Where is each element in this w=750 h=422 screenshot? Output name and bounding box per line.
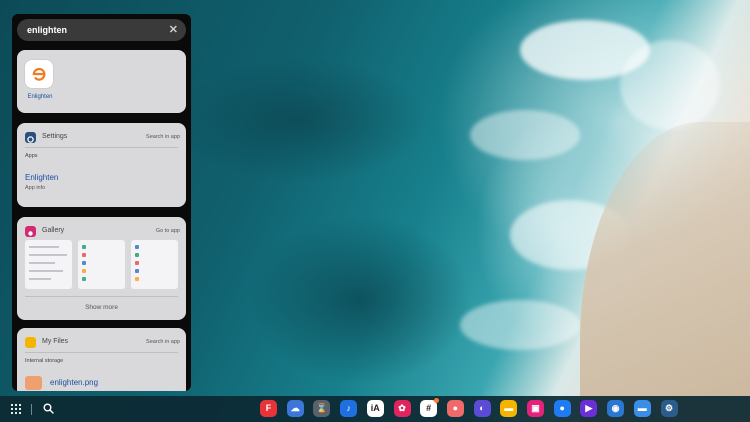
gallery-thumbnail[interactable] [131,240,178,289]
taskbar: F ☁ ⌛ ♪ iA ✿ # ● ◐ ▬ ▣ ● ▶ ◉ ▬ ⚙ [0,396,750,422]
search-icon[interactable] [41,402,55,416]
samsung-internet-icon[interactable]: ◐ [473,400,491,417]
divider [25,296,178,297]
slack-icon[interactable]: # [420,398,440,417]
my-files-card-header: My Files Search in app [25,337,180,349]
search-panel: enlighten ✕ Enlighten Settings Search in… [12,14,191,391]
beach-sand [580,122,750,422]
app-name-label[interactable]: Enlighten [23,94,57,100]
settings-card-header: Settings Search in app [25,132,180,144]
settings-result-card: Settings Search in app Apps Enlighten Ap… [17,123,186,207]
settings-icon [25,132,36,143]
show-more-button[interactable]: Show more [17,304,186,311]
my-files-search-in-app-button[interactable]: Search in app [146,339,180,345]
section-label: Internal storage [25,358,64,364]
play-icon[interactable]: ▶ [580,400,598,417]
cloud-icon[interactable]: ☁ [286,400,304,417]
settings-search-in-app-button[interactable]: Search in app [146,134,180,140]
tiktok-icon[interactable]: ♪ [340,400,358,417]
gallery-go-to-app-button[interactable]: Go to app [156,228,180,234]
gallery-card-title: Gallery [42,227,65,234]
search-query-text: enlighten [27,25,67,35]
gallery-thumbnail[interactable] [25,240,72,289]
gallery-thumbnail[interactable] [78,240,125,289]
settings-result-title[interactable]: Enlighten [25,173,58,182]
my-files-icon[interactable]: ▬ [633,400,651,417]
my-files-result-card: My Files Search in app Internal storage … [17,328,186,391]
settings-result-subtitle: App info [25,185,46,191]
settings-icon[interactable]: ⚙ [660,400,678,417]
section-label: Apps [25,153,38,159]
hourglass-icon[interactable]: ⌛ [313,400,331,417]
notification-badge [434,398,440,403]
enlighten-app-icon[interactable] [25,60,53,88]
divider [25,147,178,148]
flipboard-icon[interactable]: F [260,400,277,417]
gallery-icon[interactable]: ▣ [527,400,544,417]
asana-icon[interactable]: ● [446,400,464,417]
wave-foam [460,300,580,350]
messages-icon[interactable]: ● [553,400,571,417]
flower-icon[interactable]: ✿ [393,400,411,417]
gallery-card-header: Gallery Go to app [25,226,180,238]
clear-search-icon[interactable]: ✕ [169,23,178,36]
gallery-icon [25,226,36,237]
gallery-result-card: Gallery Go to app Show more [17,217,186,320]
divider [25,352,178,353]
podcast-icon[interactable]: ◉ [607,400,625,417]
wave-foam [470,110,580,160]
top-result-card: Enlighten [17,50,186,113]
my-files-card-title: My Files [42,338,69,345]
settings-card-title: Settings [42,133,68,140]
search-input[interactable]: enlighten ✕ [17,19,186,41]
image-file-icon [25,376,42,390]
my-files-icon [25,337,36,348]
app-drawer-icon[interactable] [9,402,23,416]
file-result-name[interactable]: enlighten.png [50,378,98,387]
ia-writer-icon[interactable]: iA [366,400,384,417]
wave-foam [620,40,720,130]
taskbar-divider [31,404,32,415]
folder-icon[interactable]: ▬ [500,400,518,417]
